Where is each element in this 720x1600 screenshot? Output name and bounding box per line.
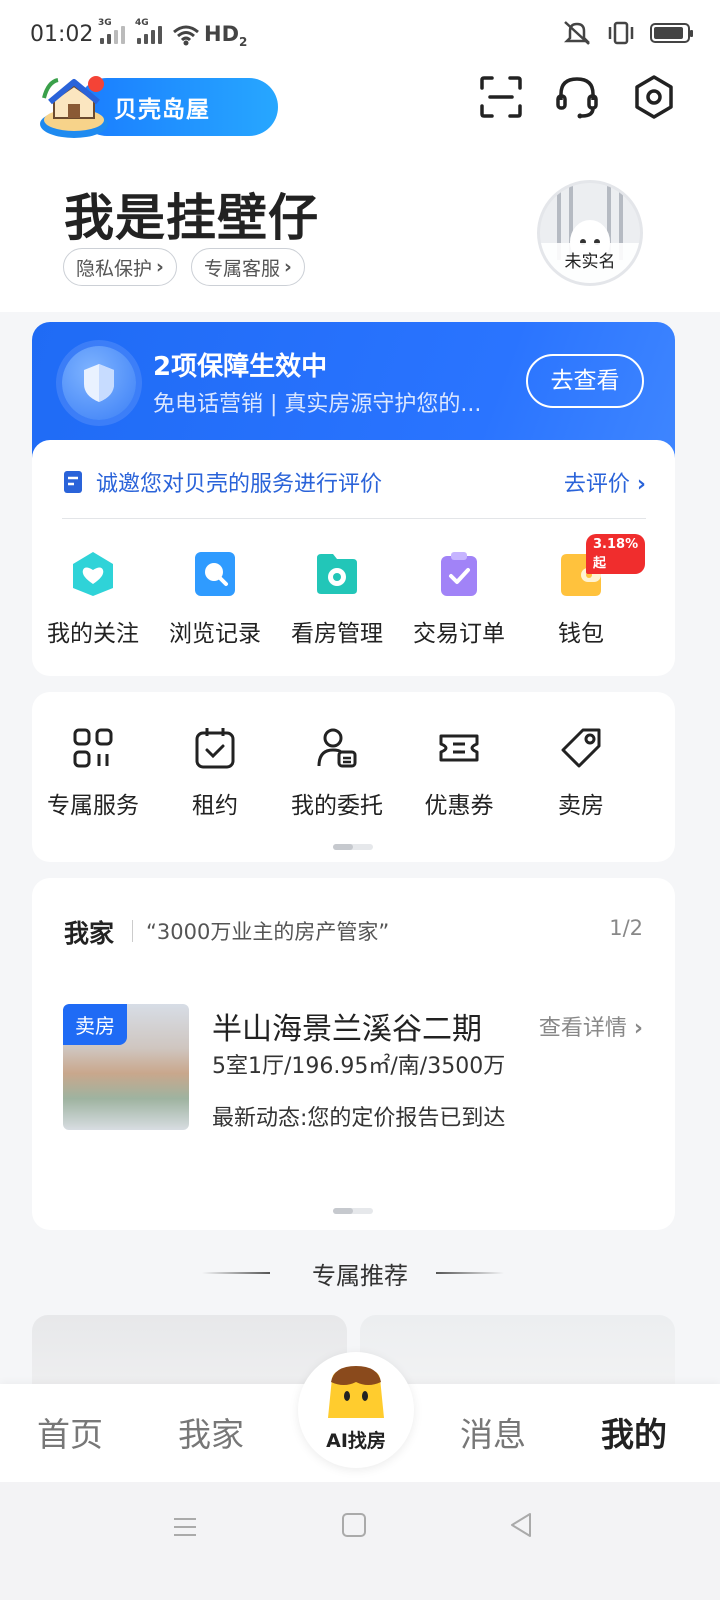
house-photo[interactable]: 卖房 <box>63 1004 189 1130</box>
review-note-icon <box>64 471 82 493</box>
ai-find-house-button[interactable]: AI找房 <box>298 1352 414 1468</box>
service-label: 专属服务 <box>47 793 139 819</box>
hd-indicator: HD2 <box>204 22 248 50</box>
my-home-page-indicator: 1/2 <box>609 916 643 940</box>
system-nav-bar <box>0 1482 720 1600</box>
pudding-mascot-icon <box>328 1366 384 1418</box>
sell-house-button[interactable]: 卖房 <box>520 726 642 820</box>
chevron-right-icon: › <box>156 256 164 278</box>
guarantee-subtitle: 免电话营销 | 真实房源守护您的... <box>153 392 482 417</box>
my-home-slogan: “3000万业主的房产管家” <box>146 920 390 944</box>
order-check-icon <box>441 552 477 596</box>
user-entrust-icon <box>317 728 357 768</box>
calendar-check-icon <box>195 728 235 769</box>
scan-icon[interactable] <box>478 74 524 120</box>
chevron-right-icon: › <box>636 472 646 497</box>
ai-find-house-label: AI找房 <box>326 1430 386 1452</box>
services-row: 专属服务 租约 我的委托 优惠券 卖房 <box>32 726 675 820</box>
nav-home[interactable]: 首页 <box>37 1408 103 1456</box>
my-home-title: 我家 <box>64 919 115 948</box>
chevron-right-icon: › <box>633 1016 643 1041</box>
apps-grid-icon <box>73 728 113 768</box>
wallet-rate-badge: 3.18%起 <box>586 534 646 574</box>
review-invite-text: 诚邀您对贝壳的服务进行评价 <box>96 472 383 497</box>
nav-mine[interactable]: 我的 <box>601 1408 667 1456</box>
shield-icon <box>62 346 136 420</box>
browse-history-button[interactable]: 浏览记录 <box>154 550 276 648</box>
dedicated-service-chip[interactable]: 专属客服 › <box>191 248 305 286</box>
customer-service-icon[interactable] <box>554 74 600 120</box>
privacy-protection-chip[interactable]: 隐私保护 › <box>63 248 177 286</box>
title-separator <box>132 920 133 942</box>
house-status-tag: 卖房 <box>63 1004 127 1045</box>
chevron-right-icon: › <box>284 256 292 278</box>
brand-name: 贝壳岛屋 <box>114 97 210 123</box>
coupon-icon <box>439 734 479 762</box>
action-label: 看房管理 <box>291 621 383 647</box>
avatar[interactable]: 未实名 <box>537 180 643 286</box>
island-house-icon <box>40 76 108 138</box>
brand-logo[interactable]: 贝壳岛屋 <box>38 70 278 138</box>
guarantee-title: 2项保障生效中 <box>153 352 328 382</box>
service-label: 我的委托 <box>291 793 383 819</box>
status-bar: 01:02 3G 4G HD2 <box>0 0 720 70</box>
wallet-button[interactable]: 3.18%起 钱包 <box>520 534 646 648</box>
quick-actions-card: 诚邀您对贝壳的服务进行评价 去评价 › 我的关注 浏览记录 看房管理 交易订单 … <box>32 440 675 676</box>
wifi-icon <box>173 25 199 46</box>
action-label: 钱包 <box>558 621 604 647</box>
nav-messages[interactable]: 消息 <box>460 1408 526 1456</box>
house-viewing-icon <box>317 554 357 594</box>
battery-icon <box>650 23 693 43</box>
service-label: 租约 <box>192 793 238 819</box>
chip-label: 隐私保护 <box>76 257 153 280</box>
price-tag-icon <box>561 728 601 768</box>
menu-icon[interactable] <box>170 1512 200 1542</box>
divider <box>62 518 646 519</box>
bell-muted-icon <box>563 21 591 45</box>
action-label: 浏览记录 <box>169 621 261 647</box>
signal-4g-icon: 4G <box>135 18 162 44</box>
lease-button[interactable]: 租约 <box>154 726 276 820</box>
go-review-link[interactable]: 去评价 › <box>564 466 646 498</box>
nav-my-home[interactable]: 我家 <box>178 1408 244 1456</box>
viewing-management-button[interactable]: 看房管理 <box>276 550 398 648</box>
action-label: 交易订单 <box>413 621 505 647</box>
username: 我是挂壁仔 <box>64 189 319 247</box>
signal-3g-icon: 3G <box>98 18 125 44</box>
house-latest-news: 最新动态:您的定价报告已到达 <box>212 1106 506 1131</box>
recommend-title: 专属推荐 <box>312 1262 408 1290</box>
status-time: 01:02 <box>30 22 94 47</box>
quick-actions-row: 我的关注 浏览记录 看房管理 交易订单 3.18%起 钱包 <box>32 534 675 648</box>
exclusive-service-button[interactable]: 专属服务 <box>32 726 154 820</box>
back-icon[interactable] <box>506 1510 536 1540</box>
my-entrust-button[interactable]: 我的委托 <box>276 726 398 820</box>
my-follows-button[interactable]: 我的关注 <box>32 550 154 648</box>
vibrate-icon <box>608 21 634 45</box>
services-pager <box>333 844 373 850</box>
chip-label: 专属客服 <box>204 257 281 280</box>
house-name[interactable]: 半山海景兰溪谷二期 <box>212 1004 482 1048</box>
action-label: 我的关注 <box>47 621 139 647</box>
heart-folder-icon <box>73 552 113 596</box>
services-card: 专属服务 租约 我的委托 优惠券 卖房 <box>32 692 675 862</box>
search-history-icon <box>195 552 235 596</box>
service-label: 优惠券 <box>424 793 494 819</box>
service-review-row[interactable]: 诚邀您对贝壳的服务进行评价 去评价 › <box>62 462 646 502</box>
transaction-orders-button[interactable]: 交易订单 <box>398 550 520 648</box>
my-home-pager <box>333 1208 373 1214</box>
verification-status: 未实名 <box>540 243 640 283</box>
service-label: 卖房 <box>558 793 604 819</box>
settings-icon[interactable] <box>631 74 677 120</box>
coupons-button[interactable]: 优惠券 <box>398 726 520 820</box>
my-home-card: 我家 “3000万业主的房产管家” 1/2 卖房 半山海景兰溪谷二期 查看详情 … <box>32 878 675 1230</box>
house-spec: 5室1厅/196.95㎡/南/3500万 <box>212 1054 506 1079</box>
view-details-link[interactable]: 查看详情 › <box>539 1010 643 1042</box>
home-square-icon[interactable] <box>339 1510 369 1540</box>
view-guarantee-button[interactable]: 去查看 <box>526 354 644 408</box>
reco-line-right <box>436 1272 504 1274</box>
